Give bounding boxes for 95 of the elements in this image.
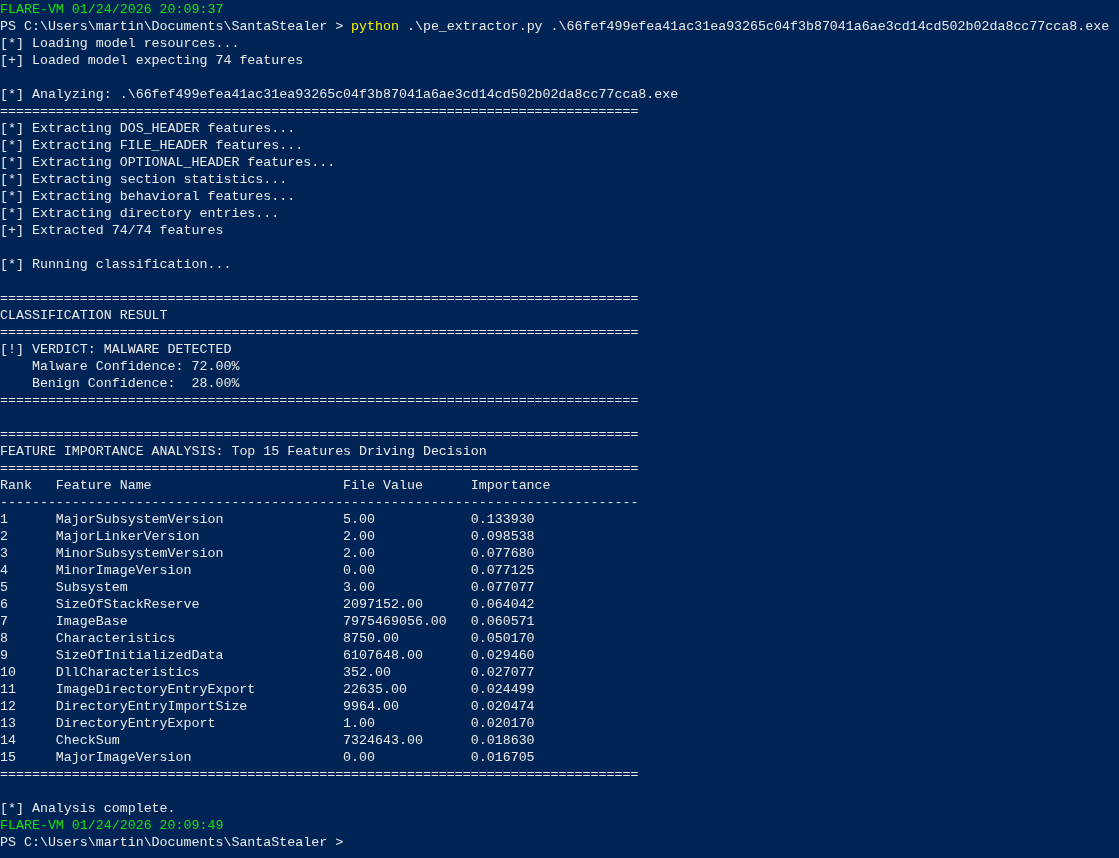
- prompt-text: PS C:\Users\martin\Documents\SantaStealer >: [0, 834, 344, 851]
- table-cell: 4: [0, 562, 8, 579]
- table-cell: 0.00: [343, 749, 375, 766]
- output-line: [*] Running classification...: [0, 256, 232, 273]
- table-cell: 8: [0, 630, 8, 647]
- output-line: [+] Loaded model expecting 74 features: [0, 52, 304, 69]
- table-cell: SizeOfStackReserve: [55, 596, 200, 613]
- table-cell: 7: [0, 613, 8, 630]
- output-line: Benign Confidence: 28.00%: [31, 375, 240, 392]
- table-cell: 2097152.00: [343, 596, 423, 613]
- output-line: [*] Extracting section statistics...: [0, 171, 288, 188]
- table-cell: 2.00: [343, 528, 375, 545]
- column-header: File Value: [343, 477, 423, 494]
- separator-line: ================================================================================: [0, 290, 639, 307]
- table-cell: 0.077125: [470, 562, 535, 579]
- output-line: [*] Extracting DOS_HEADER features...: [0, 120, 296, 137]
- output-line: CLASSIFICATION RESULT: [0, 307, 168, 324]
- table-cell: 0.020170: [470, 715, 535, 732]
- table-cell: DirectoryEntryExport: [55, 715, 216, 732]
- column-header: Rank: [0, 477, 32, 494]
- separator-line: --------------------------------------------------------------------------------: [0, 494, 639, 511]
- command-arguments: .\pe_extractor.py .\66fef499efea41ac31ea93265c04f3b87041a6ae3cd14cd502b02da8cc77cca8.exe: [406, 18, 1110, 35]
- column-header: Feature Name: [55, 477, 152, 494]
- table-cell: 3.00: [343, 579, 375, 596]
- table-cell: 7975469056.00: [343, 613, 447, 630]
- table-cell: SizeOfInitializedData: [55, 647, 224, 664]
- table-cell: 2.00: [343, 545, 375, 562]
- table-cell: 352.00: [343, 664, 391, 681]
- table-cell: 0.077077: [470, 579, 535, 596]
- table-cell: Characteristics: [55, 630, 176, 647]
- column-header: Importance: [470, 477, 551, 494]
- table-cell: 0.027077: [470, 664, 535, 681]
- table-cell: 0.133930: [470, 511, 535, 528]
- table-cell: 0.00: [343, 562, 375, 579]
- separator-line: ================================================================================: [0, 324, 639, 341]
- table-cell: 6107648.00: [343, 647, 423, 664]
- timestamp-text: FLARE-VM 01/24/2026 20:09:49: [0, 817, 224, 834]
- separator-line: ================================================================================: [0, 103, 639, 120]
- table-cell: 3: [0, 545, 8, 562]
- table-cell: 5: [0, 579, 8, 596]
- table-cell: 0.050170: [470, 630, 535, 647]
- table-cell: MinorImageVersion: [55, 562, 192, 579]
- output-line: [*] Extracting directory entries...: [0, 205, 280, 222]
- table-cell: 0.029460: [470, 647, 535, 664]
- table-cell: DirectoryEntryImportSize: [55, 698, 248, 715]
- table-cell: 9964.00: [343, 698, 399, 715]
- table-cell: MajorImageVersion: [55, 749, 192, 766]
- output-line: FEATURE IMPORTANCE ANALYSIS: Top 15 Features Driving Decision: [0, 443, 487, 460]
- table-cell: 22635.00: [343, 681, 407, 698]
- table-cell: CheckSum: [55, 732, 120, 749]
- table-cell: DllCharacteristics: [55, 664, 200, 681]
- table-cell: 0.077680: [470, 545, 535, 562]
- table-cell: 5.00: [343, 511, 375, 528]
- table-cell: 0.016705: [470, 749, 535, 766]
- table-cell: 0.020474: [470, 698, 535, 715]
- table-cell: 0.024499: [470, 681, 535, 698]
- table-cell: 2: [0, 528, 8, 545]
- output-line: [+] Extracted 74/74 features: [0, 222, 224, 239]
- output-line: [*] Extracting FILE_HEADER features...: [0, 137, 304, 154]
- output-line: [*] Analyzing: .\66fef499efea41ac31ea93265c04f3b87041a6ae3cd14cd502b02da8cc77cca8.exe: [0, 86, 679, 103]
- separator-line: ================================================================================: [0, 392, 639, 409]
- table-cell: 14: [0, 732, 16, 749]
- table-cell: 6: [0, 596, 8, 613]
- timestamp-text: FLARE-VM 01/24/2026 20:09:37: [0, 1, 224, 18]
- output-line: [*] Extracting OPTIONAL_HEADER features...: [0, 154, 336, 171]
- table-cell: 0.064042: [470, 596, 535, 613]
- separator-line: ================================================================================: [0, 460, 639, 477]
- prompt-text: PS C:\Users\martin\Documents\SantaStealer >: [0, 18, 344, 35]
- separator-line: ================================================================================: [0, 426, 639, 443]
- table-cell: 8750.00: [343, 630, 399, 647]
- table-cell: 9: [0, 647, 8, 664]
- table-cell: MinorSubsystemVersion: [55, 545, 224, 562]
- table-cell: ImageBase: [55, 613, 128, 630]
- table-cell: 13: [0, 715, 16, 732]
- table-cell: MajorSubsystemVersion: [55, 511, 224, 528]
- table-cell: 0.018630: [470, 732, 535, 749]
- command-text: python: [351, 18, 399, 35]
- table-cell: Subsystem: [55, 579, 128, 596]
- table-cell: 10: [0, 664, 16, 681]
- table-cell: ImageDirectoryEntryExport: [55, 681, 256, 698]
- output-line: [*] Analysis complete.: [0, 800, 176, 817]
- output-line: [*] Extracting behavioral features...: [0, 188, 296, 205]
- output-line: [!] VERDICT: MALWARE DETECTED: [0, 341, 232, 358]
- table-cell: 0.060571: [470, 613, 535, 630]
- table-cell: MajorLinkerVersion: [55, 528, 200, 545]
- separator-line: ================================================================================: [0, 766, 639, 783]
- table-cell: 11: [0, 681, 16, 698]
- table-cell: 1: [0, 511, 8, 528]
- table-cell: 0.098538: [470, 528, 535, 545]
- table-cell: 7324643.00: [343, 732, 423, 749]
- output-line: Malware Confidence: 72.00%: [31, 358, 240, 375]
- output-line: [*] Loading model resources...: [0, 35, 240, 52]
- table-cell: 15: [0, 749, 16, 766]
- table-cell: 1.00: [343, 715, 375, 732]
- table-cell: 12: [0, 698, 16, 715]
